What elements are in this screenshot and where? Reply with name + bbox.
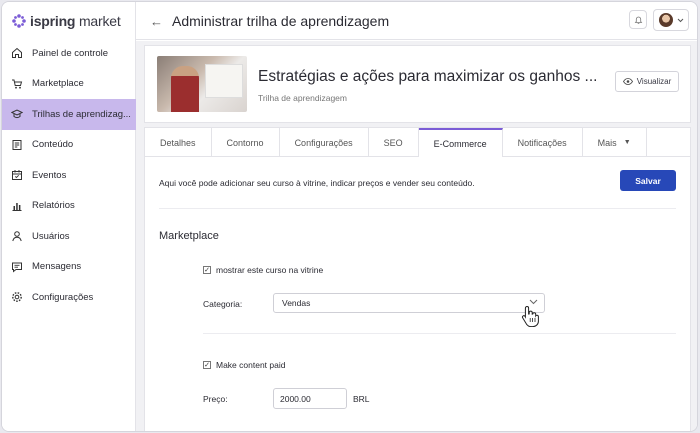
sidebar-item-learning-paths[interactable]: Trilhas de aprendizag... [2,99,136,130]
tab-more[interactable]: Mais ▼ [583,128,647,157]
sidebar-item-label: Eventos [32,169,67,181]
sidebar-item-label: Configurações [32,291,94,303]
course-type: Trilha de aprendizagem [258,93,347,103]
sidebar-item-label: Relatórios [32,200,75,212]
ispring-logo-icon [12,14,26,28]
eye-icon [622,78,633,85]
top-header: ← Administrar trilha de aprendizagem [136,2,697,40]
sidebar-item-label: Mensagens [32,261,82,273]
show-in-store-label: mostrar este curso na vitrine [216,265,324,275]
divider [159,208,676,209]
back-arrow-icon[interactable]: ← [150,14,163,29]
notifications-button[interactable] [629,10,647,29]
sidebar-item-content[interactable]: Conteúdo [2,130,136,161]
sidebar-item-label: Painel de controle [32,47,109,59]
sidebar-item-settings[interactable]: Configurações [2,282,136,313]
category-select-value: Vendas [282,298,311,308]
currency-label: BRL [353,394,370,404]
home-icon [11,47,23,59]
section-title-marketplace: Marketplace [159,230,219,242]
user-icon [11,230,23,242]
logo-text: ispring market [30,13,121,29]
whiteboard-illustration [205,64,243,98]
show-in-store-checkbox[interactable]: ✓ [203,266,211,274]
course-thumbnail [157,56,247,112]
content-icon [11,139,23,151]
tab-label: E-Commerce [433,138,487,149]
sidebar-item-label: Marketplace [32,78,84,90]
tab-notifications[interactable]: Notificações [503,128,583,157]
sidebar-item-dashboard[interactable]: Painel de controle [2,38,136,69]
bell-icon [634,16,642,24]
preview-button[interactable]: Visualizar [615,71,679,92]
calendar-icon [11,169,23,181]
sidebar-item-reports[interactable]: Relatórios [2,191,136,222]
price-label: Preço: [203,394,228,404]
tab-seo[interactable]: SEO [369,128,419,157]
gear-icon [11,291,23,303]
bar-chart-icon [11,200,23,212]
graduation-cap-icon [11,108,23,120]
preview-button-label: Visualizar [636,77,672,86]
sidebar-item-messages[interactable]: Mensagens [2,252,136,283]
ecommerce-intro-text: Aqui você pode adicionar seu curso à vit… [159,178,475,188]
course-header-card: Estratégias e ações para maximizar os ga… [144,45,691,123]
message-icon [11,261,23,273]
sidebar-item-label: Usuários [32,230,70,242]
tab-outline[interactable]: Contorno [212,128,280,157]
sidebar-item-label: Conteúdo [32,139,74,151]
tab-bar: Detalhes Contorno Configurações SEO E-Co… [145,128,690,157]
price-input[interactable]: 2000.00 [273,388,347,409]
sidebar-item-users[interactable]: Usuários [2,221,136,252]
avatar [658,13,673,27]
cart-icon [11,78,23,90]
app-window: ispring market Painel de controle Market… [1,1,698,432]
sidebar-item-label: Trilhas de aprendizag... [32,108,131,120]
sidebar-item-marketplace[interactable]: Marketplace [2,69,136,100]
tab-label: SEO [383,137,403,148]
presenter-illustration [171,66,199,112]
divider [203,333,676,334]
tab-label: Notificações [517,137,567,148]
tab-details[interactable]: Detalhes [145,128,212,157]
tab-settings[interactable]: Configurações [280,128,369,157]
ecommerce-panel: Detalhes Contorno Configurações SEO E-Co… [144,127,691,431]
paid-content-row: ✓ Make content paid [203,360,285,370]
tab-label: Configurações [294,137,353,148]
course-title: Estratégias e ações para maximizar os ga… [258,68,598,85]
category-select[interactable]: Vendas [273,293,545,313]
paid-content-checkbox[interactable]: ✓ [203,361,211,369]
main-content: Estratégias e ações para maximizar os ga… [136,41,697,431]
sidebar-item-events[interactable]: Eventos [2,160,136,191]
tab-label: Detalhes [160,137,196,148]
paid-content-label: Make content paid [216,360,286,370]
show-in-store-row: ✓ mostrar este curso na vitrine [203,265,323,275]
caret-down-icon: ▼ [623,139,631,146]
user-menu-button[interactable] [653,9,689,31]
page-title: Administrar trilha de aprendizagem [172,13,390,29]
chevron-down-icon [677,18,683,22]
sidebar-nav: Painel de controle Marketplace Trilhas d… [2,38,136,313]
tab-label: Contorno [226,137,264,148]
tab-label: Mais [597,137,617,148]
logo[interactable]: ispring market [12,12,121,30]
tab-ecommerce[interactable]: E-Commerce [418,128,503,157]
hand-cursor-icon [521,305,539,327]
category-label: Categoria: [203,299,243,309]
save-button[interactable]: Salvar [620,170,676,191]
sidebar: ispring market Painel de controle Market… [2,2,136,431]
